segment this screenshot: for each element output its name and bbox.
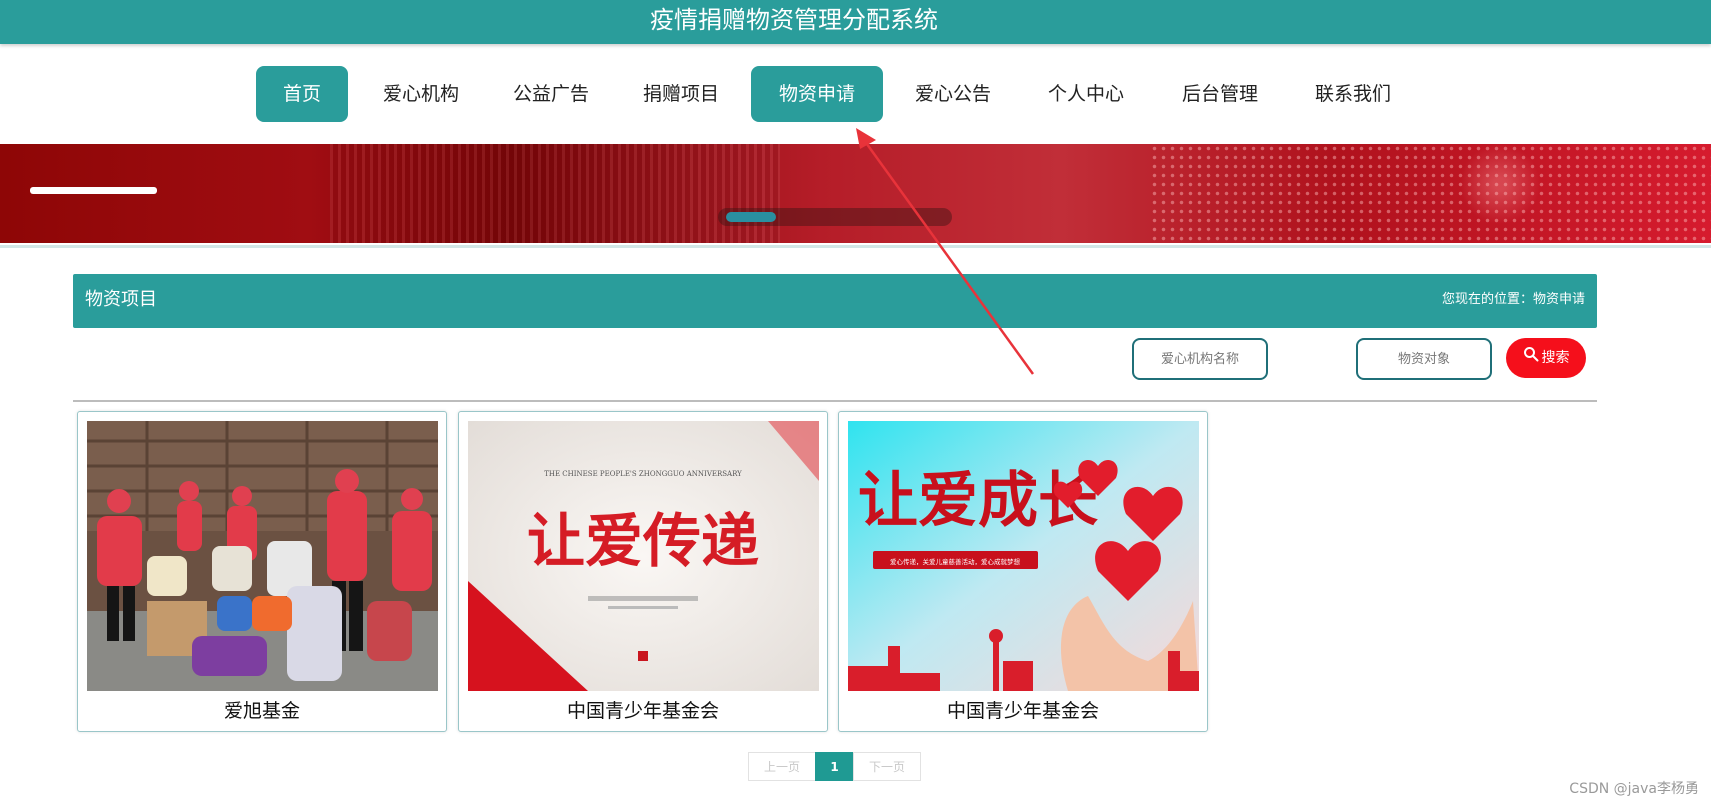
nav-item-donation-projects[interactable]: 捐赠项目 [630, 66, 732, 122]
banner-divider [0, 245, 1711, 248]
card-image-headline: 让爱传递 [527, 507, 759, 575]
nav-item-home[interactable]: 首页 [256, 66, 348, 122]
card-caption[interactable]: 爱旭基金 [78, 696, 446, 723]
card-caption[interactable]: 中国青少年基金会 [839, 696, 1207, 723]
card-image-love-grows[interactable]: 让爱成长 爱心传递，关爱儿童慈善活动，爱心成就梦想 [848, 421, 1199, 691]
page-number-current[interactable]: 1 [815, 752, 854, 781]
nav-item-contact-us[interactable]: 联系我们 [1302, 66, 1404, 122]
card-image-subtext: THE CHINESE PEOPLE'S ZHONGGUO ANNIVERSAR… [544, 470, 742, 478]
search-button-label: 搜索 [1541, 350, 1570, 366]
nav-item-supply-request[interactable]: 物资申请 [751, 66, 883, 122]
card-caption[interactable]: 中国青少年基金会 [459, 696, 827, 723]
content-divider [73, 400, 1597, 402]
hero-banner [0, 144, 1711, 243]
card-image-subtext: 爱心传递，关爱儿童慈善活动，爱心成就梦想 [890, 557, 1021, 566]
banner-carousel-track[interactable] [718, 208, 952, 226]
next-page-button[interactable]: 下一页 [853, 752, 921, 781]
nav-item-charity-orgs[interactable]: 爱心机构 [370, 66, 472, 122]
nav-item-public-ads[interactable]: 公益广告 [500, 66, 602, 122]
nav-item-charity-notices[interactable]: 爱心公告 [902, 66, 1004, 122]
section-header: 物资项目 您现在的位置：物资申请 [73, 274, 1597, 328]
prev-page-button[interactable]: 上一页 [748, 752, 816, 781]
project-card[interactable]: 让爱成长 爱心传递，关爱儿童慈善活动，爱心成就梦想 中国青少年基金会 [838, 411, 1208, 732]
supply-target-search-input[interactable] [1356, 338, 1492, 380]
card-image-pass-on-love[interactable]: THE CHINESE PEOPLE'S ZHONGGUO ANNIVERSAR… [468, 421, 819, 691]
project-card[interactable]: 爱旭基金 [77, 411, 447, 732]
breadcrumb: 您现在的位置：物资申请 [1441, 292, 1585, 307]
watermark: CSDN @java李杨勇 [1569, 781, 1699, 797]
site-title: 疫情捐赠物资管理分配系统 [650, 6, 938, 34]
banner-carousel-indicator[interactable] [726, 212, 776, 222]
org-name-search-input[interactable] [1132, 338, 1268, 380]
banner-sparkle-texture [1150, 144, 1711, 243]
main-nav: 首页 爱心机构 公益广告 捐赠项目 物资申请 爱心公告 个人中心 后台管理 联系… [0, 44, 1711, 144]
project-card[interactable]: THE CHINESE PEOPLE'S ZHONGGUO ANNIVERSAR… [458, 411, 828, 732]
nav-item-admin[interactable]: 后台管理 [1169, 66, 1271, 122]
card-image-volunteers[interactable] [87, 421, 438, 691]
nav-item-personal-center[interactable]: 个人中心 [1035, 66, 1137, 122]
top-header-bar: 疫情捐赠物资管理分配系统 [0, 0, 1711, 44]
search-button[interactable]: 搜索 [1506, 338, 1586, 378]
banner-curtain-texture [330, 144, 780, 243]
banner-decor-line [30, 187, 157, 194]
section-title: 物资项目 [85, 289, 157, 310]
search-icon [1523, 338, 1539, 378]
